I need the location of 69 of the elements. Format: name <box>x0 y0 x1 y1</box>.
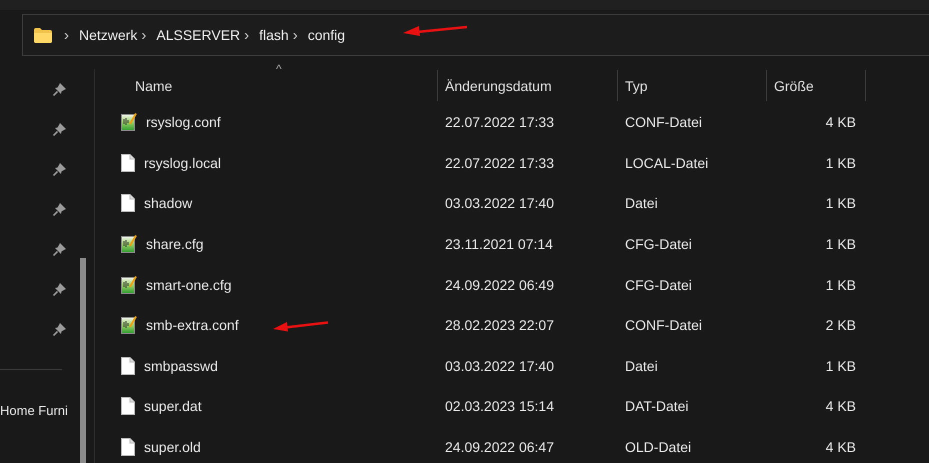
type-cell-text: OLD-Datei <box>624 439 692 456</box>
chevron-icon: › <box>64 26 69 44</box>
notepad-file-icon <box>121 235 137 254</box>
chevron-icon: › <box>141 26 146 44</box>
type-cell-text: CONF-Datei <box>624 317 704 334</box>
type-cell-text: CONF-Datei <box>624 114 704 130</box>
file-name[interactable]: share.cfg <box>146 236 204 252</box>
file-icon <box>121 154 135 172</box>
file-name[interactable]: super.old <box>144 439 201 456</box>
breadcrumb[interactable]: Netzwerk <box>79 27 138 43</box>
size-cell-text: 4 KB <box>824 398 857 414</box>
size-cell-text: 1 KB <box>824 195 857 212</box>
file-name[interactable]: smb-extra.conf <box>146 317 239 334</box>
file-icon <box>121 397 135 416</box>
column-header[interactable]: Größe <box>766 70 866 101</box>
notepad-file-icon <box>121 316 137 334</box>
size-cell-text: 1 KB <box>824 236 857 252</box>
date-cell-text: 23.11.2021 07:14 <box>444 236 554 252</box>
pin-icon[interactable] <box>53 242 66 256</box>
date-cell-text: 03.03.2022 17:40 <box>444 358 555 374</box>
pin-icon[interactable] <box>53 162 66 176</box>
file-icon <box>121 356 135 375</box>
sidebar-item[interactable]: Home Furni <box>0 402 68 418</box>
scrollbar[interactable] <box>80 258 86 463</box>
type-cell-text: CFG-Datei <box>624 276 693 293</box>
file-name[interactable]: shadow <box>144 195 192 212</box>
size-cell-text: 1 KB <box>824 276 857 293</box>
pin-icon[interactable] <box>53 322 66 336</box>
size-cell-text: 4 KB <box>824 114 857 130</box>
type-cell-text: CFG-Datei <box>624 236 693 252</box>
chevron-icon: › <box>244 26 250 44</box>
date-cell-text: 22.07.2022 17:33 <box>444 114 555 130</box>
chevron-icon: › <box>292 26 298 44</box>
breadcrumb[interactable]: flash <box>259 27 289 43</box>
date-cell-text: 22.07.2022 17:33 <box>444 154 555 171</box>
pin-icon[interactable] <box>53 282 66 296</box>
column-header[interactable]: Änderungsdatum <box>437 70 617 101</box>
breadcrumb[interactable]: config <box>308 27 346 43</box>
size-cell-text: 4 KB <box>824 439 857 456</box>
pin-icon[interactable] <box>53 82 66 96</box>
breadcrumb[interactable]: ALSSERVER <box>156 27 240 43</box>
column-header[interactable]: Typ <box>617 70 766 101</box>
notepad-file-icon <box>121 276 137 294</box>
date-cell-text: 24.09.2022 06:49 <box>444 276 555 293</box>
file-name[interactable]: rsyslog.local <box>144 154 222 171</box>
type-cell-text: LOCAL-Datei <box>624 154 710 171</box>
size-cell-text: 1 KB <box>824 358 857 374</box>
date-cell-text: 28.02.2023 22:07 <box>444 317 555 334</box>
size-cell-text: 1 KB <box>824 154 857 171</box>
pin-icon[interactable] <box>53 122 66 136</box>
notepad-file-icon <box>121 113 137 132</box>
type-cell-text: DAT-Datei <box>624 398 690 414</box>
file-name[interactable]: rsyslog.conf <box>146 114 221 130</box>
folder-icon <box>34 28 52 42</box>
type-cell-text: Datei <box>624 195 659 212</box>
address-bar[interactable]: › Netzwerk › ALSSERVER › flash › config <box>22 14 929 56</box>
date-cell-text: 03.03.2022 17:40 <box>444 195 555 212</box>
file-icon <box>121 438 135 456</box>
type-cell-text: Datei <box>624 358 659 374</box>
file-name[interactable]: smbpasswd <box>144 358 218 374</box>
file-name[interactable]: smart-one.cfg <box>146 276 232 293</box>
pin-icon[interactable] <box>53 202 66 216</box>
file-name[interactable]: super.dat <box>144 398 202 414</box>
date-cell-text: 24.09.2022 06:47 <box>444 439 555 456</box>
arrow-annotation <box>403 25 469 37</box>
arrow-annotation <box>273 321 329 332</box>
date-cell-text: 02.03.2023 15:14 <box>444 398 555 414</box>
size-cell-text: 2 KB <box>824 317 857 334</box>
file-icon <box>121 194 135 212</box>
